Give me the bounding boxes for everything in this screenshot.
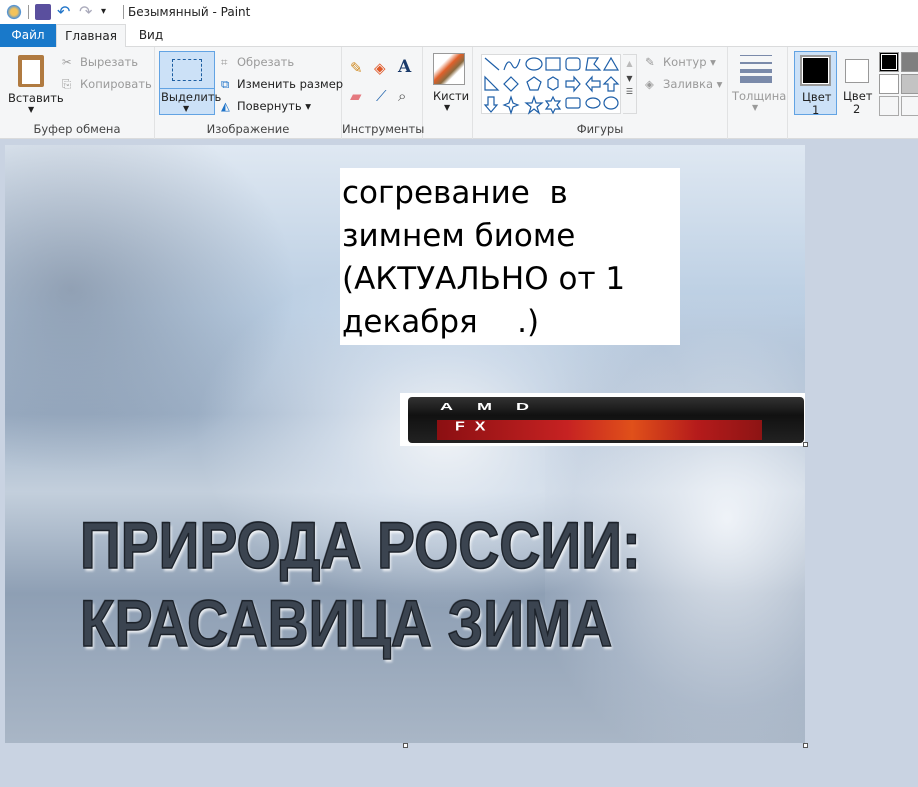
tab-file[interactable]: Файл: [0, 24, 56, 47]
shapes-icons: [483, 56, 620, 115]
outline-label: Контур: [663, 55, 707, 69]
cut-icon: ✂: [62, 55, 72, 69]
window-title: Безымянный - Paint: [128, 5, 251, 19]
color2-number: 2: [853, 102, 861, 116]
palette-swatch-white[interactable]: [879, 74, 899, 94]
image-group: Выделить ▼ ⌗ Обрезать ⧉ Изменить размер …: [155, 47, 343, 139]
tools-group: ✎ ◈ A ▰ ⟋ ⌕ Инструменты: [342, 47, 425, 139]
pasted-logo[interactable]: AMD FX: [400, 393, 805, 446]
brushes-button[interactable]: Кисти ▼: [423, 47, 473, 139]
paint-app-icon: [6, 4, 22, 20]
copy-icon: ⎘: [62, 77, 72, 91]
color1-label: Цвет: [802, 90, 832, 104]
selection-icon: [172, 59, 202, 81]
crop-icon: ⌗: [221, 55, 228, 69]
fill-icon: ◈: [645, 77, 654, 91]
fill-bucket-icon[interactable]: ◈: [374, 59, 386, 77]
cut-button[interactable]: Вырезать: [80, 55, 138, 69]
clipboard-icon: [18, 55, 44, 87]
color2-label: Цвет: [843, 89, 873, 103]
customize-quick-access-icon[interactable]: ▾: [101, 4, 117, 20]
fill-label: Заливка: [663, 77, 714, 91]
rotate-icon: ◭: [221, 99, 230, 113]
ribbon-tabs: Файл Главная Вид: [0, 24, 918, 48]
tab-home[interactable]: Главная: [56, 24, 126, 48]
color1-number: 1: [812, 103, 820, 117]
title-line-1: ПРИРОДА РОССИИ:: [79, 507, 641, 583]
select-label: Выделить: [161, 90, 222, 104]
paste-button[interactable]: Вставить ▼: [4, 51, 64, 117]
pencil-icon[interactable]: ✎: [350, 59, 363, 77]
palette-swatch-empty[interactable]: [901, 96, 918, 116]
tools-group-label: Инструменты: [342, 122, 425, 136]
color-palette: [879, 52, 918, 116]
drawing-canvas[interactable]: согревание в зимнем биоме (АКТУАЛЬНО от …: [5, 145, 805, 743]
clipboard-group: Вставить ▼ ✂ Вырезать ⎘ Копировать Буфер…: [0, 47, 155, 139]
divider: [123, 5, 124, 19]
size-button[interactable]: Толщина ▼: [728, 47, 788, 139]
copy-button[interactable]: Копировать: [80, 77, 152, 91]
selection-resize-handle[interactable]: [803, 442, 808, 447]
tab-view[interactable]: Вид: [126, 24, 176, 47]
clipboard-group-label: Буфер обмена: [33, 122, 121, 136]
text-tool-icon[interactable]: A: [398, 57, 411, 77]
size-label: Толщина: [732, 89, 787, 103]
palette-swatch-gray[interactable]: [901, 52, 918, 72]
fill-button[interactable]: Заливка ▾: [663, 77, 722, 91]
color2-button[interactable]: Цвет 2: [838, 51, 876, 116]
logo-text-amd: AMD: [440, 401, 553, 412]
canvas-resize-handle-bottom[interactable]: [403, 743, 408, 748]
shapes-group-label: Фигуры: [576, 122, 624, 136]
eraser-icon[interactable]: ▰: [350, 87, 362, 105]
color1-swatch: [800, 55, 831, 86]
logo-text-fx: FX: [455, 420, 496, 434]
shapes-gallery[interactable]: [481, 54, 621, 115]
title-line-2: КРАСАВИЦА ЗИМА: [79, 585, 613, 661]
shapes-scrollbar[interactable]: ▲ ▼ ☰: [623, 54, 637, 114]
palette-swatch-empty[interactable]: [879, 96, 899, 116]
palette-swatch-black[interactable]: [879, 52, 899, 72]
save-icon[interactable]: [35, 4, 51, 20]
brushes-label: Кисти: [433, 89, 470, 103]
rotate-label: Повернуть: [237, 99, 302, 113]
magnifier-icon[interactable]: ⌕: [398, 87, 406, 105]
image-group-label: Изображение: [206, 122, 290, 136]
color-picker-icon[interactable]: ⟋: [376, 87, 387, 105]
color1-button[interactable]: Цвет 1: [794, 51, 837, 117]
dropdown-arrow-icon: ▼: [183, 104, 190, 113]
tree-branches: [5, 145, 335, 505]
dropdown-arrow-icon: ▼: [28, 105, 35, 114]
palette-swatch-silver[interactable]: [901, 74, 918, 94]
shapes-group: ▲ ▼ ☰ ✎ Контур ▾ ◈ Заливка ▾ Фигуры: [473, 47, 728, 139]
outline-icon: ✎: [645, 55, 655, 69]
divider: [28, 5, 29, 19]
paste-label: Вставить: [8, 91, 64, 105]
color2-swatch: [845, 59, 869, 83]
undo-icon[interactable]: ↶: [57, 4, 73, 20]
crop-button[interactable]: Обрезать: [237, 55, 294, 69]
text-box[interactable]: согревание в зимнем биоме (АКТУАЛЬНО от …: [340, 168, 680, 345]
brush-icon: [433, 53, 465, 85]
dropdown-arrow-icon: ▼: [444, 103, 451, 112]
outline-button[interactable]: Контур ▾: [663, 55, 716, 69]
ribbon: Вставить ▼ ✂ Вырезать ⎘ Копировать Буфер…: [0, 47, 918, 139]
title-bar: ↶ ↷ ▾ Безымянный - Paint: [0, 0, 918, 24]
select-button[interactable]: Выделить ▼: [159, 51, 221, 115]
resize-button[interactable]: Изменить размер: [237, 77, 343, 91]
resize-icon: ⧉: [221, 77, 230, 91]
dropdown-arrow-icon: ▼: [752, 103, 759, 112]
redo-icon[interactable]: ↷: [79, 4, 95, 20]
canvas-resize-handle-corner[interactable]: [803, 743, 808, 748]
line-thickness-icon: [740, 55, 772, 83]
rotate-button[interactable]: Повернуть ▾: [237, 99, 311, 113]
